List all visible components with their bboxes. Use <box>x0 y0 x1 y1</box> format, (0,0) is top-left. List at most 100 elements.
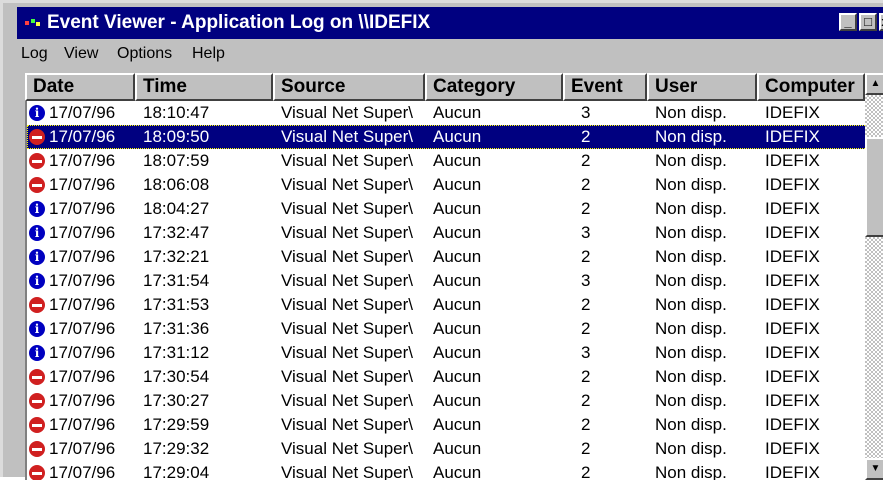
close-button[interactable]: x <box>879 13 883 31</box>
cell-computer: IDEFIX <box>765 295 820 314</box>
table-row[interactable]: 17/07/96 17:29:59 Visual Net Super\ Aucun 2 N… <box>27 413 867 437</box>
menu-help[interactable]: Help <box>192 45 225 63</box>
table-row[interactable]: 17/07/96 18:06:08 Visual Net Super\ Aucun 2 N… <box>27 173 867 197</box>
cell-source: Visual Net Super\ <box>281 439 413 458</box>
cell-user: Non disp. <box>655 127 727 146</box>
menu-bar: Log View Options Help <box>17 43 883 69</box>
cell-user: Non disp. <box>655 223 727 242</box>
cell-time: 17:29:04 <box>143 463 210 480</box>
cell-user: Non disp. <box>655 103 727 122</box>
cell-time: 17:31:36 <box>143 319 210 338</box>
cell-event: 2 <box>581 415 591 434</box>
table-row[interactable]: 17/07/96 17:29:04 Visual Net Super\ Aucun 2 N… <box>27 461 867 480</box>
cell-event: 2 <box>581 199 591 218</box>
cell-date: 17/07/96 <box>49 463 116 480</box>
error-icon <box>29 441 45 457</box>
error-icon <box>29 393 45 409</box>
cell-event: 2 <box>581 391 591 410</box>
scroll-up-icon[interactable]: ▲ <box>865 73 883 95</box>
cell-user: Non disp. <box>655 463 727 480</box>
table-row[interactable]: i 17/07/96 17:32:21 Visual Net Super\ Aucun 2… <box>27 245 867 269</box>
column-event[interactable]: Event <box>563 73 647 101</box>
table-row[interactable]: i 17/07/96 17:32:47 Visual Net Super\ Aucun 3… <box>27 221 867 245</box>
cell-category: Aucun <box>433 271 482 290</box>
cell-category: Aucun <box>433 367 482 386</box>
cell-source: Visual Net Super\ <box>281 343 413 362</box>
cell-date: 17/07/96 <box>49 175 116 194</box>
cell-source: Visual Net Super\ <box>281 247 413 266</box>
cell-user: Non disp. <box>655 271 727 290</box>
cell-source: Visual Net Super\ <box>281 295 413 314</box>
cell-source: Visual Net Super\ <box>281 151 413 170</box>
table-row[interactable]: 17/07/96 17:30:54 Visual Net Super\ Aucun 2 N… <box>27 365 867 389</box>
title-bar[interactable]: Event Viewer - Application Log on \\IDEF… <box>17 7 883 39</box>
cell-source: Visual Net Super\ <box>281 391 413 410</box>
cell-user: Non disp. <box>655 151 727 170</box>
cell-time: 17:32:47 <box>143 223 210 242</box>
cell-source: Visual Net Super\ <box>281 175 413 194</box>
minimize-button[interactable]: _ <box>839 13 857 31</box>
window-title: Event Viewer - Application Log on \\IDEF… <box>47 12 431 33</box>
cell-category: Aucun <box>433 343 482 362</box>
scroll-thumb[interactable] <box>865 137 883 237</box>
vertical-scrollbar[interactable]: ▲ ▼ <box>865 73 883 480</box>
column-computer[interactable]: Computer <box>757 73 865 101</box>
info-icon: i <box>29 225 45 241</box>
cell-source: Visual Net Super\ <box>281 367 413 386</box>
table-row[interactable]: i 17/07/96 18:04:27 Visual Net Super\ Aucun 2… <box>27 197 867 221</box>
table-row[interactable]: 17/07/96 17:29:32 Visual Net Super\ Aucun 2 N… <box>27 437 867 461</box>
cell-date: 17/07/96 <box>49 295 116 314</box>
scroll-track[interactable] <box>865 95 883 458</box>
cell-computer: IDEFIX <box>765 343 820 362</box>
cell-user: Non disp. <box>655 199 727 218</box>
cell-category: Aucun <box>433 103 482 122</box>
error-icon <box>29 369 45 385</box>
error-icon <box>29 465 45 480</box>
error-icon <box>29 177 45 193</box>
column-user[interactable]: User <box>647 73 757 101</box>
cell-computer: IDEFIX <box>765 463 820 480</box>
cell-source: Visual Net Super\ <box>281 223 413 242</box>
cell-time: 18:06:08 <box>143 175 210 194</box>
menu-view[interactable]: View <box>64 45 98 63</box>
maximize-button[interactable]: □ <box>859 13 877 31</box>
cell-event: 2 <box>581 319 591 338</box>
cell-time: 17:29:59 <box>143 415 210 434</box>
error-icon <box>29 417 45 433</box>
cell-event: 3 <box>581 103 591 122</box>
cell-computer: IDEFIX <box>765 199 820 218</box>
cell-time: 18:07:59 <box>143 151 210 170</box>
cell-category: Aucun <box>433 247 482 266</box>
column-source[interactable]: Source <box>273 73 425 101</box>
cell-time: 17:30:27 <box>143 391 210 410</box>
cell-time: 17:29:32 <box>143 439 210 458</box>
cell-category: Aucun <box>433 439 482 458</box>
cell-source: Visual Net Super\ <box>281 271 413 290</box>
menu-log[interactable]: Log <box>21 45 48 63</box>
event-list[interactable]: i 17/07/96 18:10:47 Visual Net Super\ Aucun 3… <box>25 101 867 480</box>
info-icon: i <box>29 273 45 289</box>
cell-user: Non disp. <box>655 415 727 434</box>
cell-date: 17/07/96 <box>49 223 116 242</box>
column-date[interactable]: Date <box>25 73 135 101</box>
column-time[interactable]: Time <box>135 73 273 101</box>
cell-source: Visual Net Super\ <box>281 463 413 480</box>
table-row[interactable]: i 17/07/96 17:31:54 Visual Net Super\ Aucun 3… <box>27 269 867 293</box>
cell-category: Aucun <box>433 319 482 338</box>
table-row[interactable]: i 17/07/96 17:31:12 Visual Net Super\ Aucun 3… <box>27 341 867 365</box>
table-row[interactable]: 17/07/96 18:09:50 Visual Net Super\ Aucun 2 N… <box>27 125 867 149</box>
table-row[interactable]: i 17/07/96 17:31:36 Visual Net Super\ Aucun 2… <box>27 317 867 341</box>
table-row[interactable]: i 17/07/96 18:10:47 Visual Net Super\ Aucun 3… <box>27 101 867 125</box>
table-row[interactable]: 17/07/96 18:07:59 Visual Net Super\ Aucun 2 N… <box>27 149 867 173</box>
cell-category: Aucun <box>433 199 482 218</box>
cell-source: Visual Net Super\ <box>281 127 413 146</box>
menu-options[interactable]: Options <box>117 45 172 63</box>
table-row[interactable]: 17/07/96 17:30:27 Visual Net Super\ Aucun 2 N… <box>27 389 867 413</box>
cell-date: 17/07/96 <box>49 391 116 410</box>
cell-date: 17/07/96 <box>49 271 116 290</box>
cell-date: 17/07/96 <box>49 151 116 170</box>
cell-user: Non disp. <box>655 391 727 410</box>
column-category[interactable]: Category <box>425 73 563 101</box>
cell-time: 17:30:54 <box>143 367 210 386</box>
table-row[interactable]: 17/07/96 17:31:53 Visual Net Super\ Aucun 2 N… <box>27 293 867 317</box>
